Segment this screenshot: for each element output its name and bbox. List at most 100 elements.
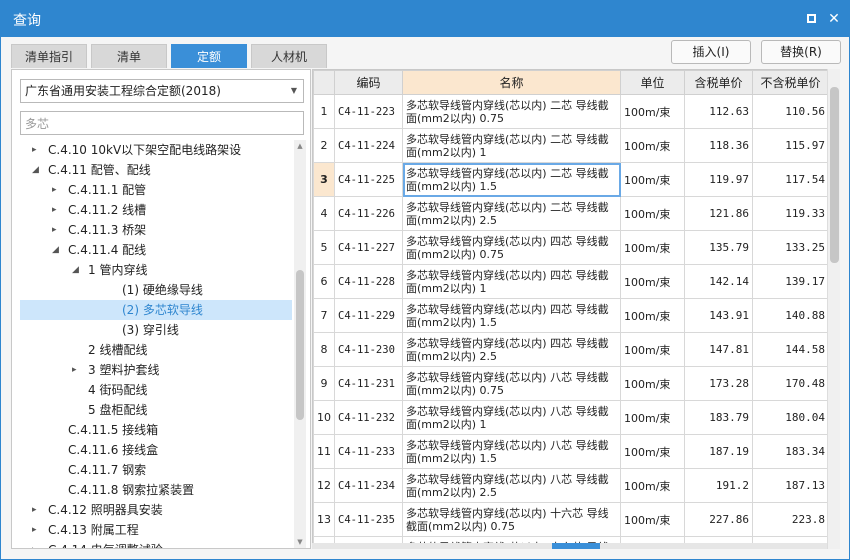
cell-tax-price[interactable]: 121.86 bbox=[684, 196, 753, 231]
cell-code[interactable]: C4-11-230 bbox=[334, 332, 403, 367]
cell-unit[interactable]: 100m/束 bbox=[620, 400, 685, 435]
cell-code[interactable]: C4-11-224 bbox=[334, 128, 403, 163]
cell-unit[interactable]: 100m/束 bbox=[620, 468, 685, 503]
tree-item[interactable]: ▸ C.4.11.2 线槽 bbox=[20, 200, 292, 220]
cell-notax-price[interactable]: 139.17 bbox=[752, 264, 829, 299]
cell-tax-price[interactable]: 142.14 bbox=[684, 264, 753, 299]
cell-code[interactable]: C4-11-235 bbox=[334, 502, 403, 537]
cell-name[interactable]: 多芯软导线管内穿线(芯以内) 二芯 导线截面(mm2以内) 1 bbox=[402, 128, 621, 163]
cell-unit[interactable]: 100m/束 bbox=[620, 162, 685, 197]
tree-item[interactable]: C.4.11.7 钢索 bbox=[20, 460, 292, 480]
cell-code[interactable]: C4-11-226 bbox=[334, 196, 403, 231]
header-code[interactable]: 编码 bbox=[334, 70, 403, 95]
expand-arrow-icon[interactable]: ▸ bbox=[32, 520, 42, 540]
cell-notax-price[interactable]: 183.34 bbox=[752, 434, 829, 469]
cell-unit[interactable]: 100m/束 bbox=[620, 502, 685, 537]
header-tax-price[interactable]: 含税单价 bbox=[684, 70, 753, 95]
table-row[interactable]: 7 C4-11-229 多芯软导线管内穿线(芯以内) 四芯 导线截面(mm2以内) … bbox=[313, 298, 829, 333]
expand-arrow-icon[interactable]: ▸ bbox=[32, 140, 42, 160]
expand-arrow-icon[interactable]: ▸ bbox=[32, 540, 42, 548]
table-row[interactable]: 5 C4-11-227 多芯软导线管内穿线(芯以内) 四芯 导线截面(mm2以内) … bbox=[313, 230, 829, 265]
cell-name[interactable]: 多芯软导线管内穿线(芯以内) 二芯 导线截面(mm2以内) 0.75 bbox=[402, 94, 621, 129]
cell-notax-price[interactable]: 133.25 bbox=[752, 230, 829, 265]
row-number[interactable]: 11 bbox=[313, 434, 335, 469]
cell-name[interactable]: 多芯软导线管内穿线(芯以内) 八芯 导线截面(mm2以内) 2.5 bbox=[402, 468, 621, 503]
tree-item[interactable]: (2) 多芯软导线 bbox=[20, 300, 292, 320]
tree-item[interactable]: ◢ 1 管内穿线 bbox=[20, 260, 292, 280]
cell-code[interactable]: C4-11-227 bbox=[334, 230, 403, 265]
tab-list-guide[interactable]: 清单指引 bbox=[11, 44, 87, 68]
table-scrollbar[interactable] bbox=[827, 69, 840, 549]
tab-labor-material-machine[interactable]: 人材机 bbox=[251, 44, 327, 68]
replace-button[interactable]: 替换(R) bbox=[761, 40, 841, 64]
cell-name[interactable]: 多芯软导线管内穿线(芯以内) 四芯 导线截面(mm2以内) 2.5 bbox=[402, 332, 621, 367]
tree-scroll-thumb[interactable] bbox=[296, 270, 304, 420]
table-row[interactable]: 3 C4-11-225 多芯软导线管内穿线(芯以内) 二芯 导线截面(mm2以内) … bbox=[313, 162, 829, 197]
collapse-arrow-icon[interactable]: ◢ bbox=[52, 240, 62, 260]
cell-tax-price[interactable]: 118.36 bbox=[684, 128, 753, 163]
cell-tax-price[interactable]: 187.19 bbox=[684, 434, 753, 469]
tree-item[interactable]: ▸ 3 塑料护套线 bbox=[20, 360, 292, 380]
cell-notax-price[interactable]: 223.8 bbox=[752, 502, 829, 537]
scroll-up-icon[interactable]: ▲ bbox=[294, 140, 306, 152]
table-row[interactable]: 8 C4-11-230 多芯软导线管内穿线(芯以内) 四芯 导线截面(mm2以内) … bbox=[313, 332, 829, 367]
cell-tax-price[interactable]: 143.91 bbox=[684, 298, 753, 333]
tree-item[interactable]: 2 线槽配线 bbox=[20, 340, 292, 360]
quota-set-select[interactable]: 广东省通用安装工程综合定额(2018) ▼ bbox=[20, 79, 304, 103]
table-row[interactable]: 4 C4-11-226 多芯软导线管内穿线(芯以内) 二芯 导线截面(mm2以内) … bbox=[313, 196, 829, 231]
insert-button[interactable]: 插入(I) bbox=[671, 40, 751, 64]
cell-unit[interactable]: 100m/束 bbox=[620, 230, 685, 265]
cell-notax-price[interactable]: 117.54 bbox=[752, 162, 829, 197]
row-number[interactable]: 4 bbox=[313, 196, 335, 231]
cell-unit[interactable]: 100m/束 bbox=[620, 298, 685, 333]
cell-notax-price[interactable]: 119.33 bbox=[752, 196, 829, 231]
cell-code[interactable]: C4-11-228 bbox=[334, 264, 403, 299]
cell-unit[interactable]: 100m/束 bbox=[620, 332, 685, 367]
cell-name[interactable]: 多芯软导线管内穿线(芯以内) 二芯 导线截面(mm2以内) 2.5 bbox=[402, 196, 621, 231]
cell-code[interactable]: C4-11-231 bbox=[334, 366, 403, 401]
cell-tax-price[interactable]: 227.86 bbox=[684, 502, 753, 537]
row-number[interactable]: 6 bbox=[313, 264, 335, 299]
tree-item[interactable]: ▸ C.4.10 10kV以下架空配电线路架设 bbox=[20, 140, 292, 160]
table-row[interactable]: 2 C4-11-224 多芯软导线管内穿线(芯以内) 二芯 导线截面(mm2以内) … bbox=[313, 128, 829, 163]
cell-notax-price[interactable]: 144.58 bbox=[752, 332, 829, 367]
search-input[interactable] bbox=[20, 111, 304, 135]
cell-code[interactable]: C4-11-233 bbox=[334, 434, 403, 469]
cell-notax-price[interactable]: 115.97 bbox=[752, 128, 829, 163]
tree-item[interactable]: (3) 穿引线 bbox=[20, 320, 292, 340]
table-row[interactable]: 10 C4-11-232 多芯软导线管内穿线(芯以内) 八芯 导线截面(mm2以内)… bbox=[313, 400, 829, 435]
tree-item[interactable]: ◢ C.4.11 配管、配线 bbox=[20, 160, 292, 180]
cell-name[interactable]: 多芯软导线管内穿线(芯以内) 八芯 导线截面(mm2以内) 1 bbox=[402, 400, 621, 435]
table-row[interactable]: 11 C4-11-233 多芯软导线管内穿线(芯以内) 八芯 导线截面(mm2以内)… bbox=[313, 434, 829, 469]
collapse-arrow-icon[interactable]: ◢ bbox=[32, 160, 42, 180]
row-number[interactable]: 3 bbox=[313, 162, 335, 197]
tree-item[interactable]: ▸ C.4.13 附属工程 bbox=[20, 520, 292, 540]
header-unit[interactable]: 单位 bbox=[620, 70, 685, 95]
cell-tax-price[interactable]: 112.63 bbox=[684, 94, 753, 129]
cell-code[interactable]: C4-11-225 bbox=[334, 162, 403, 197]
cell-name[interactable]: 多芯软导线管内穿线(芯以内) 二芯 导线截面(mm2以内) 1.5 bbox=[402, 162, 621, 197]
row-number[interactable]: 2 bbox=[313, 128, 335, 163]
cell-code[interactable]: C4-11-232 bbox=[334, 400, 403, 435]
tree-item[interactable]: 4 街码配线 bbox=[20, 380, 292, 400]
table-row[interactable]: 12 C4-11-234 多芯软导线管内穿线(芯以内) 八芯 导线截面(mm2以内)… bbox=[313, 468, 829, 503]
tree-item[interactable]: C.4.11.6 接线盒 bbox=[20, 440, 292, 460]
row-number[interactable]: 10 bbox=[313, 400, 335, 435]
cell-notax-price[interactable]: 110.56 bbox=[752, 94, 829, 129]
table-row[interactable]: 9 C4-11-231 多芯软导线管内穿线(芯以内) 八芯 导线截面(mm2以内) … bbox=[313, 366, 829, 401]
tree-item[interactable]: ▸ C.4.11.1 配管 bbox=[20, 180, 292, 200]
cell-tax-price[interactable]: 191.2 bbox=[684, 468, 753, 503]
scroll-down-icon[interactable]: ▼ bbox=[294, 536, 306, 548]
header-notax-price[interactable]: 不含税单价 bbox=[752, 70, 829, 95]
row-number[interactable]: 9 bbox=[313, 366, 335, 401]
tree-item[interactable]: ▸ C.4.11.3 桥架 bbox=[20, 220, 292, 240]
tree-item[interactable]: C.4.11.8 钢索拉紧装置 bbox=[20, 480, 292, 500]
cell-tax-price[interactable]: 147.81 bbox=[684, 332, 753, 367]
cell-unit[interactable]: 100m/束 bbox=[620, 366, 685, 401]
close-button[interactable]: ✕ bbox=[824, 9, 844, 29]
row-number[interactable]: 12 bbox=[313, 468, 335, 503]
expand-arrow-icon[interactable]: ▸ bbox=[52, 200, 62, 220]
cell-tax-price[interactable]: 173.28 bbox=[684, 366, 753, 401]
row-number[interactable]: 1 bbox=[313, 94, 335, 129]
collapse-arrow-icon[interactable]: ◢ bbox=[72, 260, 82, 280]
